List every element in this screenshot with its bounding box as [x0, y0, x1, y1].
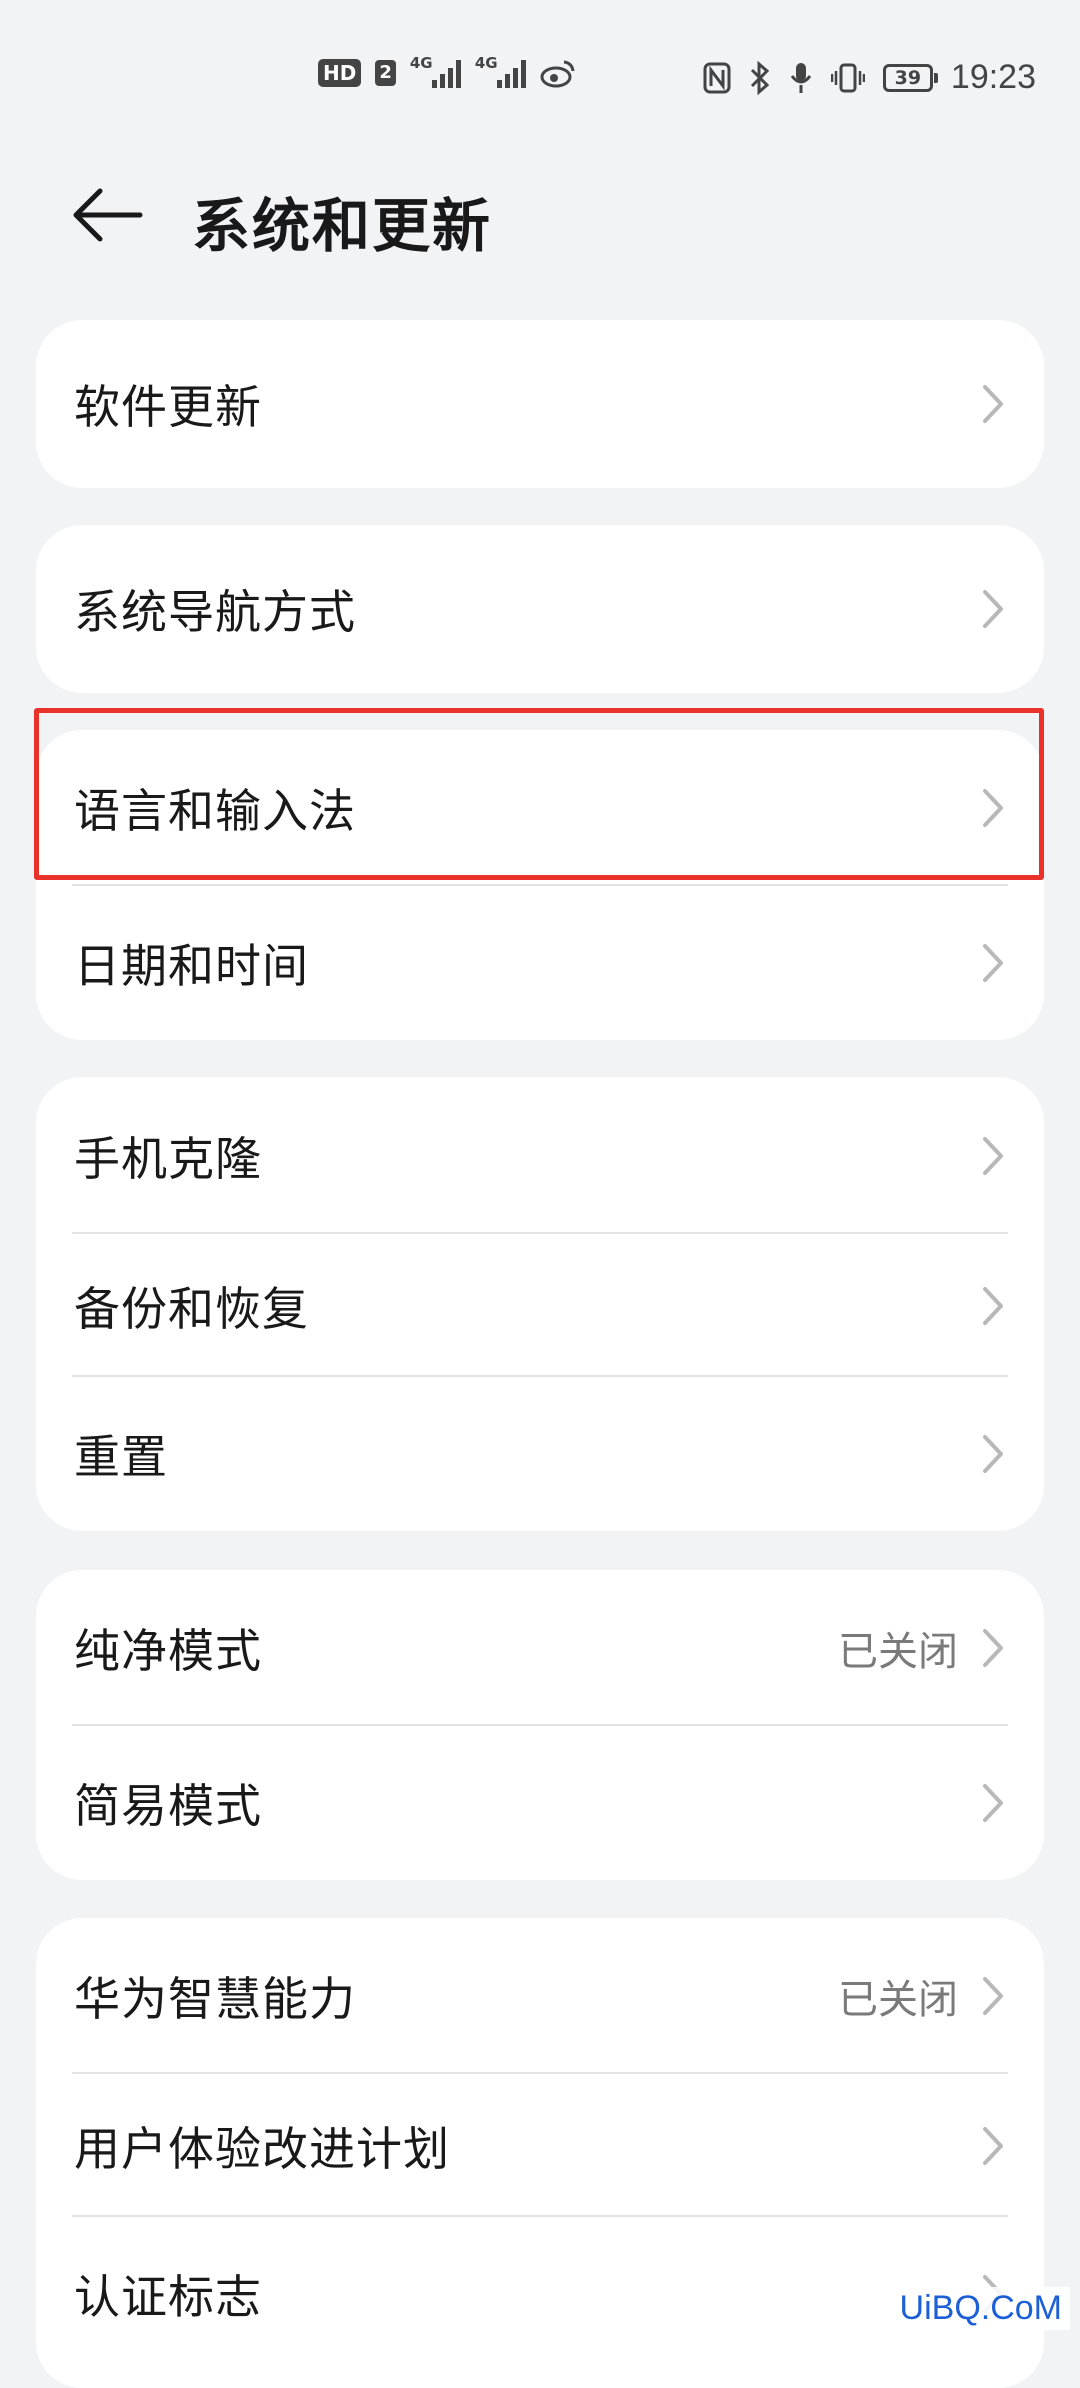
- settings-group-modes: 纯净模式 已关闭 简易模式: [36, 1570, 1044, 1880]
- chevron-right-icon: [983, 1977, 1003, 2015]
- hd-voice-icon: HD: [318, 59, 362, 87]
- signal-strength-icon: 4G: [410, 54, 461, 88]
- settings-item-label: 重置: [74, 1430, 168, 1484]
- network-type-label: 4G: [409, 54, 433, 72]
- network-type-label: 4G: [474, 54, 498, 72]
- chevron-right-icon: [983, 1435, 1003, 1473]
- settings-item-huawei-intelligence[interactable]: 华为智慧能力 已关闭: [36, 1918, 1044, 2074]
- status-time: 19:23: [950, 58, 1036, 96]
- sim-2-icon: 2: [375, 60, 396, 86]
- settings-item-software-update[interactable]: 软件更新: [36, 320, 1044, 488]
- settings-item-reset[interactable]: 重置: [36, 1377, 1044, 1531]
- status-right-icons: 39 19:23: [703, 58, 1036, 97]
- settings-item-language-input[interactable]: 语言和输入法: [36, 730, 1044, 886]
- settings-item-date-time[interactable]: 日期和时间: [36, 886, 1044, 1040]
- chevron-right-icon: [983, 789, 1003, 827]
- settings-item-system-navigation[interactable]: 系统导航方式: [36, 525, 1044, 693]
- chevron-right-icon: [983, 944, 1003, 982]
- chevron-right-icon: [983, 1784, 1003, 1822]
- settings-item-label: 系统导航方式: [74, 585, 356, 639]
- chevron-right-icon: [983, 1286, 1003, 1325]
- settings-group-navigation: 系统导航方式: [36, 525, 1044, 693]
- settings-item-label: 用户体验改进计划: [74, 2121, 450, 2176]
- settings-item-label: 日期和时间: [74, 939, 309, 993]
- back-button[interactable]: [70, 183, 144, 247]
- settings-item-label: 认证标志: [74, 2270, 262, 2324]
- chevron-right-icon: [983, 2126, 1003, 2165]
- arrow-left-icon: [73, 188, 143, 242]
- page-title: 系统和更新: [192, 192, 493, 260]
- settings-item-phone-clone[interactable]: 手机克隆: [36, 1077, 1044, 1234]
- settings-group-backup: 手机克隆 备份和恢复 重置: [36, 1077, 1044, 1531]
- settings-item-pure-mode[interactable]: 纯净模式 已关闭: [36, 1570, 1044, 1726]
- nfc-icon: [703, 62, 731, 93]
- status-bar: HD 2 4G 4G 39 19:23: [0, 0, 1080, 150]
- settings-item-label: 纯净模式: [74, 1624, 262, 1678]
- settings-item-backup-restore[interactable]: 备份和恢复: [36, 1234, 1044, 1377]
- bluetooth-icon: [750, 60, 770, 95]
- settings-item-user-experience[interactable]: 用户体验改进计划: [36, 2074, 1044, 2217]
- settings-group-language-date: 语言和输入法 日期和时间: [36, 730, 1044, 1040]
- settings-item-simple-mode[interactable]: 简易模式: [36, 1726, 1044, 1880]
- app-header: 系统和更新: [0, 165, 1080, 265]
- signal-strength-icon: 4G: [475, 54, 526, 88]
- settings-item-label: 华为智慧能力: [74, 1972, 356, 2026]
- chevron-right-icon: [983, 590, 1003, 628]
- battery-icon: 39: [882, 63, 938, 92]
- settings-item-status: 已关闭: [838, 1629, 958, 1675]
- chevron-right-icon: [983, 1136, 1003, 1175]
- settings-item-label: 语言和输入法: [74, 784, 356, 838]
- vibrate-icon: [830, 63, 865, 92]
- settings-item-label: 备份和恢复: [74, 1281, 309, 1336]
- settings-item-label: 手机克隆: [74, 1131, 262, 1186]
- chevron-right-icon: [983, 385, 1003, 423]
- settings-item-label: 简易模式: [74, 1779, 262, 1833]
- settings-group-software-update: 软件更新: [36, 320, 1044, 488]
- settings-item-status: 已关闭: [838, 1977, 958, 2023]
- watermark-text: UiBQ.CoM: [891, 2287, 1070, 2330]
- settings-item-label: 软件更新: [74, 380, 262, 434]
- weibo-icon: [540, 60, 575, 88]
- chevron-right-icon: [983, 1629, 1003, 1667]
- microphone-icon: [790, 62, 812, 93]
- status-left-icons: HD 2 4G 4G: [318, 54, 576, 88]
